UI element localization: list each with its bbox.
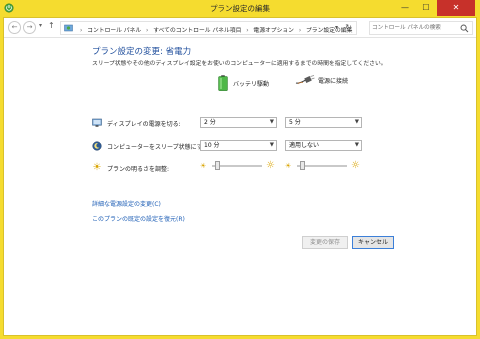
breadcrumb-separator-icon: › <box>146 27 149 34</box>
display-off-plugged-value: 5 分 <box>289 119 301 126</box>
search-icon[interactable] <box>460 24 469 33</box>
row-sleep: コンピューターをスリープ状態にする: <box>92 141 211 151</box>
moon-icon <box>92 141 102 151</box>
save-changes-button[interactable]: 変更の保存 <box>302 236 348 249</box>
sleep-label: コンピューターをスリープ状態にする: <box>107 143 211 151</box>
sleep-plugged-value: 適用しない <box>289 142 320 149</box>
power-plug-icon <box>295 75 315 85</box>
sun-dim-icon: ☀ <box>285 162 292 170</box>
close-button[interactable]: ✕ <box>437 0 475 16</box>
breadcrumb[interactable]: › コントロール パネル › すべてのコントロール パネル項目 › 電源オプショ… <box>60 21 357 35</box>
sleep-battery-select[interactable]: 10 分 ▼ <box>200 140 277 151</box>
window-content: ← → ▾ ↑ › コントロール パネル › すべてのコントロール パネル項目 … <box>3 17 477 336</box>
slider-track <box>297 165 347 167</box>
breadcrumb-item-power-options[interactable]: 電源オプション <box>253 28 294 34</box>
address-bar: ← → ▾ ↑ › コントロール パネル › すべてのコントロール パネル項目 … <box>4 18 476 38</box>
breadcrumb-item-all-items[interactable]: すべてのコントロール パネル項目 <box>153 28 241 34</box>
refresh-icon[interactable]: ↻ <box>345 23 352 32</box>
sun-bright-icon: ☼ <box>266 160 275 171</box>
sun-icon: ☀ <box>92 162 102 173</box>
display-off-plugged-select[interactable]: 5 分 ▼ <box>285 117 362 128</box>
chevron-down-icon: ▼ <box>269 142 274 148</box>
breadcrumb-separator-icon: › <box>246 27 249 34</box>
display-off-battery-select[interactable]: 2 分 ▼ <box>200 117 277 128</box>
restore-defaults-link[interactable]: このプランの既定の設定を復元(R) <box>92 214 185 223</box>
column-header-plugged: 電源に接続 <box>295 75 348 85</box>
back-button[interactable]: ← <box>8 21 21 34</box>
column-header-battery: バッテリ駆動 <box>218 75 269 91</box>
search-input[interactable] <box>372 23 458 33</box>
control-panel-icon <box>64 24 73 32</box>
page-description: スリープ状態やその他のディスプレイ設定をお使いのコンピューターに適用するまでの時… <box>92 61 387 67</box>
maximize-button[interactable]: ☐ <box>416 0 436 16</box>
cancel-button[interactable]: キャンセル <box>352 236 394 249</box>
recent-locations-chevron-icon[interactable]: ▾ <box>39 22 42 29</box>
window: プラン設定の編集 — ☐ ✕ ← → ▾ ↑ › コントロール パネル › すべ… <box>0 0 480 339</box>
address-dropdown-chevron-icon[interactable]: ▾ <box>335 24 338 31</box>
brightness-plugged-slider[interactable]: ☀ ☼ <box>285 160 365 171</box>
battery-icon <box>218 75 228 91</box>
sleep-battery-value: 10 分 <box>204 142 220 149</box>
title-bar[interactable]: プラン設定の編集 — ☐ ✕ <box>0 0 480 17</box>
row-display: ディスプレイの電源を切る: <box>92 118 181 128</box>
minimize-button[interactable]: — <box>395 0 415 16</box>
column-label-plugged: 電源に接続 <box>318 77 349 85</box>
breadcrumb-separator-icon: › <box>298 27 302 34</box>
up-button[interactable]: ↑ <box>48 21 55 30</box>
display-off-label: ディスプレイの電源を切る: <box>107 120 181 128</box>
breadcrumb-item-control-panel[interactable]: コントロール パネル <box>87 28 141 34</box>
display-off-battery-value: 2 分 <box>204 119 216 126</box>
monitor-icon <box>92 118 102 127</box>
search-box[interactable] <box>369 21 473 35</box>
brightness-battery-slider[interactable]: ☀ ☼ <box>200 160 280 171</box>
slider-track <box>212 165 262 167</box>
page-title: プラン設定の変更: 省電力 <box>92 47 192 57</box>
chevron-down-icon: ▼ <box>354 142 359 148</box>
breadcrumb-path: › コントロール パネル › すべてのコントロール パネル項目 › 電源オプショ… <box>77 25 352 34</box>
sun-dim-icon: ☀ <box>200 162 207 170</box>
chevron-down-icon: ▼ <box>354 119 359 125</box>
main-content: プラン設定の変更: 省電力 スリープ状態やその他のディスプレイ設定をお使いのコン… <box>4 39 476 335</box>
breadcrumb-separator-icon: › <box>80 27 83 34</box>
row-brightness: ☀ プランの明るさを調整: <box>92 162 170 173</box>
forward-button[interactable]: → <box>23 21 36 34</box>
slider-thumb[interactable] <box>299 161 305 170</box>
sleep-plugged-select[interactable]: 適用しない ▼ <box>285 140 362 151</box>
advanced-settings-link[interactable]: 詳細な電源設定の変更(C) <box>92 199 161 208</box>
brightness-label: プランの明るさを調整: <box>107 165 170 173</box>
chevron-down-icon: ▼ <box>269 119 274 125</box>
column-label-battery: バッテリ駆動 <box>233 80 270 88</box>
sun-bright-icon: ☼ <box>351 160 360 171</box>
slider-thumb[interactable] <box>214 161 220 170</box>
